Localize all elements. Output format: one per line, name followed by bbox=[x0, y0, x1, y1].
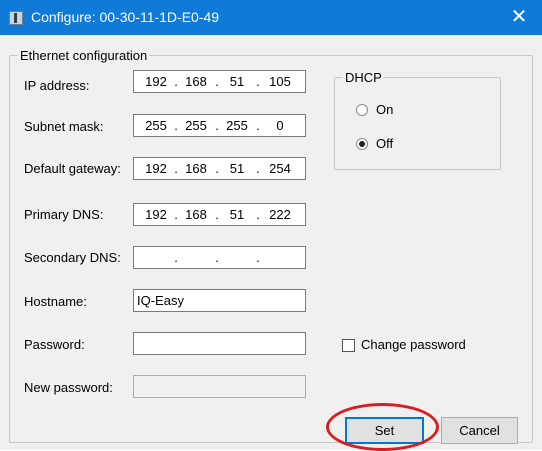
subnet-mask-field[interactable]: 255 . 255 . 255 . 0 bbox=[133, 114, 306, 137]
secondary-dns-dot: . bbox=[256, 250, 260, 265]
dhcp-group-title: DHCP bbox=[343, 70, 384, 85]
subnet-octet-3: 255 bbox=[226, 118, 248, 133]
subnet-dot: . bbox=[256, 118, 260, 133]
ip-dot: . bbox=[174, 74, 178, 89]
primary-dns-octet-3: 51 bbox=[229, 207, 245, 222]
primary-dns-label: Primary DNS: bbox=[24, 207, 104, 222]
gateway-dot: . bbox=[215, 161, 219, 176]
ip-octet-1: 192 bbox=[145, 74, 167, 89]
primary-dns-octet-2: 168 bbox=[185, 207, 207, 222]
gateway-octet-4: 254 bbox=[269, 161, 291, 176]
primary-dns-dot: . bbox=[215, 207, 219, 222]
ip-octet-2: 168 bbox=[185, 74, 207, 89]
new-password-field-box bbox=[133, 375, 306, 398]
subnet-dot: . bbox=[215, 118, 219, 133]
new-password-input bbox=[134, 376, 305, 397]
set-button[interactable]: Set bbox=[345, 417, 424, 444]
subnet-octet-4: 0 bbox=[276, 118, 284, 133]
dhcp-on-radio[interactable] bbox=[356, 104, 368, 116]
primary-dns-dot: . bbox=[256, 207, 260, 222]
window-title: Configure: 00-30-11-1D-E0-49 bbox=[31, 9, 220, 25]
gateway-dot: . bbox=[174, 161, 178, 176]
app-icon bbox=[9, 11, 23, 25]
secondary-dns-dot: . bbox=[215, 250, 219, 265]
hostname-input[interactable] bbox=[134, 290, 305, 311]
close-button[interactable]: ✕ bbox=[496, 0, 542, 35]
primary-dns-dot: . bbox=[174, 207, 178, 222]
gateway-octet-3: 51 bbox=[229, 161, 245, 176]
ip-octet-3: 51 bbox=[229, 74, 245, 89]
password-input[interactable] bbox=[134, 333, 305, 354]
ip-dot: . bbox=[215, 74, 219, 89]
password-field-box bbox=[133, 332, 306, 355]
subnet-dot: . bbox=[174, 118, 178, 133]
secondary-dns-dot: . bbox=[174, 250, 178, 265]
ethernet-group-title: Ethernet configuration bbox=[18, 48, 150, 63]
change-password-checkbox[interactable] bbox=[342, 339, 355, 352]
cancel-button[interactable]: Cancel bbox=[441, 417, 518, 444]
default-gateway-field[interactable]: 192 . 168 . 51 . 254 bbox=[133, 157, 306, 180]
hostname-label: Hostname: bbox=[24, 294, 87, 309]
dhcp-off-label[interactable]: Off bbox=[376, 136, 393, 151]
ip-dot: . bbox=[256, 74, 260, 89]
default-gateway-label: Default gateway: bbox=[24, 161, 121, 176]
gateway-octet-2: 168 bbox=[185, 161, 207, 176]
hostname-field-box bbox=[133, 289, 306, 312]
gateway-octet-1: 192 bbox=[145, 161, 167, 176]
subnet-octet-2: 255 bbox=[185, 118, 207, 133]
dhcp-on-label[interactable]: On bbox=[376, 102, 393, 117]
change-password-label[interactable]: Change password bbox=[361, 337, 466, 352]
primary-dns-field[interactable]: 192 . 168 . 51 . 222 bbox=[133, 203, 306, 226]
subnet-mask-label: Subnet mask: bbox=[24, 119, 104, 134]
secondary-dns-label: Secondary DNS: bbox=[24, 250, 121, 265]
gateway-dot: . bbox=[256, 161, 260, 176]
ip-address-field[interactable]: 192 . 168 . 51 . 105 bbox=[133, 70, 306, 93]
dhcp-group: DHCP bbox=[334, 70, 501, 170]
ip-octet-4: 105 bbox=[269, 74, 291, 89]
ip-address-label: IP address: bbox=[24, 78, 90, 93]
dhcp-off-radio[interactable] bbox=[356, 138, 368, 150]
password-label: Password: bbox=[24, 337, 85, 352]
title-bar: Configure: 00-30-11-1D-E0-49 ✕ bbox=[0, 0, 542, 35]
subnet-octet-1: 255 bbox=[145, 118, 167, 133]
new-password-label: New password: bbox=[24, 380, 113, 395]
dialog-body: Ethernet configuration IP address: 192 .… bbox=[0, 35, 542, 451]
secondary-dns-field[interactable]: . . . bbox=[133, 246, 306, 269]
primary-dns-octet-4: 222 bbox=[269, 207, 291, 222]
primary-dns-octet-1: 192 bbox=[145, 207, 167, 222]
